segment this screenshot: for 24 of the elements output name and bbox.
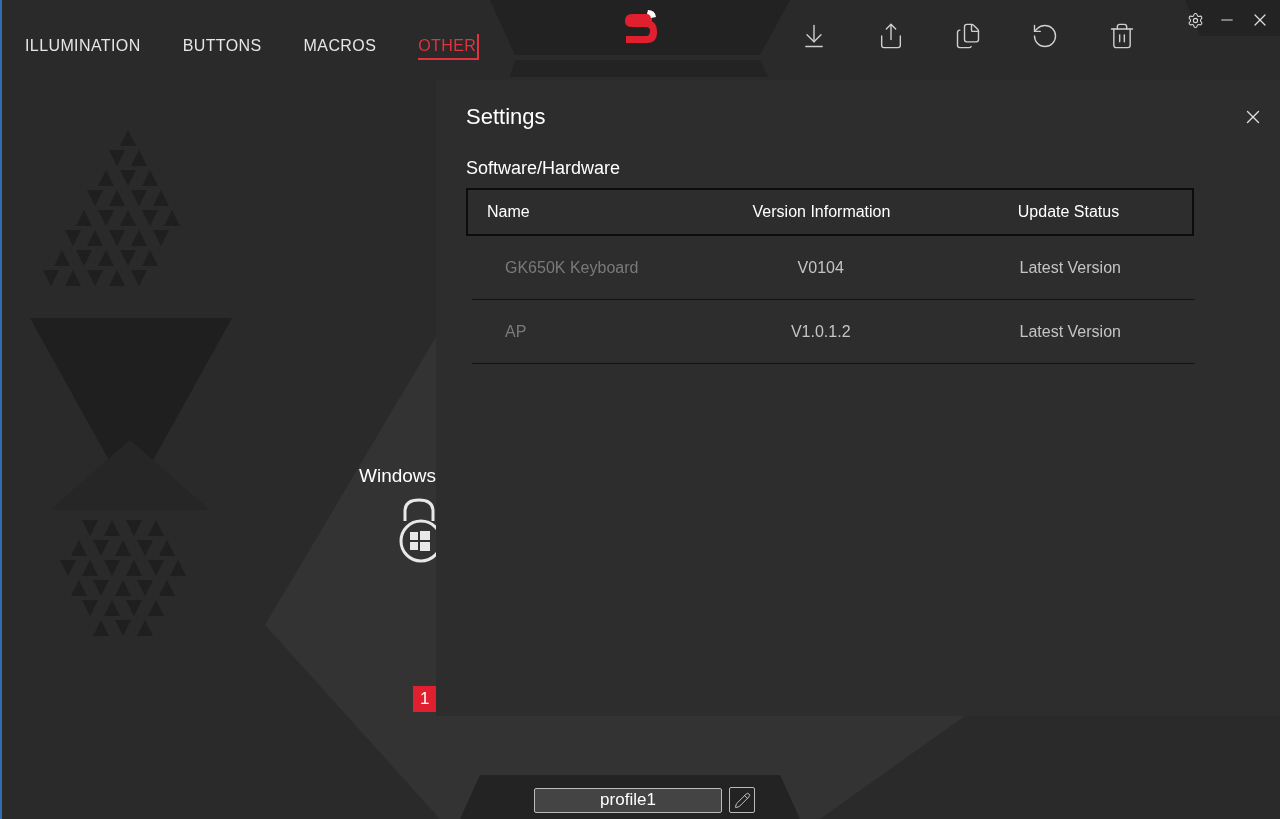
logo-icon (622, 8, 658, 46)
section-title: Software/Hardware (466, 157, 621, 180)
table-cell-text: AP (504, 321, 528, 342)
table-cell-text: GK650K Keyboard (504, 257, 640, 278)
column-header: Update Status (1016, 202, 1121, 222)
delete-icon[interactable] (1108, 22, 1136, 50)
settings-icon[interactable] (1187, 11, 1204, 29)
table-cell-text: V1.0.1.2 (789, 321, 852, 342)
nav-tab[interactable]: MACROS (303, 34, 377, 60)
windows-lock-icon (398, 497, 436, 565)
nav-tab[interactable]: BUTTONS (182, 34, 262, 60)
dialog-title: Settings (466, 103, 546, 131)
count-badge: 1 (413, 686, 436, 712)
feature-label: Windows (359, 464, 437, 488)
reset-icon[interactable] (1031, 22, 1059, 50)
edit-button[interactable] (729, 787, 755, 813)
profile-name-field[interactable]: profile1 (534, 787, 722, 813)
copy-icon[interactable] (954, 22, 982, 50)
nav-tab[interactable]: ILLUMINATION (25, 34, 141, 60)
column-header: Name (486, 202, 530, 222)
table-cell-text: V0104 (796, 257, 845, 278)
column-header: Version Information (751, 202, 892, 222)
table-cell-text: Latest Version (1018, 257, 1122, 278)
table-cell-text: Latest Version (1018, 321, 1122, 342)
